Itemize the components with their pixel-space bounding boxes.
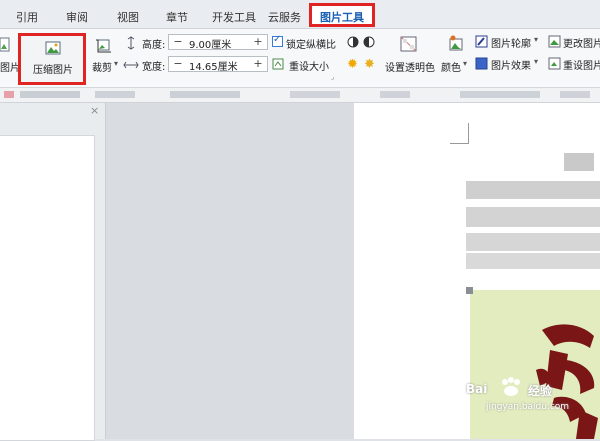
reset-picture-icon <box>548 57 561 70</box>
size-dialog-launcher-icon[interactable]: ⌟ <box>331 73 334 81</box>
change-picture-button[interactable]: 更改图片 <box>563 35 600 50</box>
picture-outline-icon <box>475 35 488 48</box>
blurred-toolbar-strip <box>0 88 600 103</box>
tab-review[interactable]: 审阅 <box>66 9 88 25</box>
picture-outline-button[interactable]: 图片轮廓 <box>491 35 531 50</box>
partial-picture-button-label[interactable]: 图片 <box>0 59 20 74</box>
brightness-increase-icon[interactable]: ✹ <box>347 57 358 72</box>
lock-aspect-ratio-label: 锁定纵横比 <box>286 40 336 51</box>
page-margin-marker <box>450 123 469 144</box>
compress-picture-icon <box>45 41 61 55</box>
compress-picture-label: 压缩图片 <box>33 65 73 76</box>
workspace-background <box>106 103 354 439</box>
height-label: 高度: <box>142 40 166 51</box>
width-value: 14.65厘米 <box>189 62 238 73</box>
width-label: 宽度: <box>142 62 166 73</box>
height-value: 9.00厘米 <box>189 40 232 51</box>
tab-cloud-service[interactable]: 云服务 <box>268 9 301 25</box>
compress-picture-button[interactable]: 压缩图片 <box>18 33 86 85</box>
width-input[interactable]: − 14.65厘米 + <box>168 56 268 73</box>
picture-effects-icon <box>475 57 488 70</box>
tab-chapter[interactable]: 章节 <box>166 9 188 25</box>
contrast-icon <box>347 36 359 48</box>
page-thumbnail[interactable] <box>0 135 95 441</box>
picture-icon <box>0 37 10 52</box>
outline-dropdown-icon[interactable]: ▾ <box>534 35 538 44</box>
height-decrease-button[interactable]: − <box>171 35 185 49</box>
recolor-icon <box>449 35 463 51</box>
change-picture-icon <box>548 35 561 48</box>
width-decrease-button[interactable]: − <box>171 57 185 71</box>
close-pane-icon[interactable]: × <box>90 104 99 117</box>
set-transparent-color-button[interactable]: 设置透明色 <box>385 59 435 74</box>
height-increase-button[interactable]: + <box>251 35 265 49</box>
calligraphy-image <box>536 324 598 439</box>
ribbon-tab-bar: 引用 审阅 视图 章节 开发工具 云服务 图片工具 <box>0 0 600 29</box>
tab-picture-tools[interactable]: 图片工具 <box>309 3 375 27</box>
width-icon <box>123 61 139 69</box>
selected-picture[interactable] <box>470 290 600 439</box>
resize-handle-top-left[interactable] <box>466 287 473 294</box>
watermark-brand-suffix: 经验 <box>528 384 553 398</box>
height-input[interactable]: − 9.00厘米 + <box>168 34 268 51</box>
picture-tools-ribbon: 图片 压缩图片 裁剪 ▾ 高度: − 9.00厘米 + 宽度: − 14.65厘… <box>0 29 600 88</box>
height-icon <box>127 36 135 50</box>
brightness-decrease-icon[interactable]: ✸ <box>364 57 375 72</box>
crop-dropdown-icon[interactable]: ▾ <box>114 59 118 68</box>
picture-effects-button[interactable]: 图片效果 <box>491 57 531 72</box>
baidu-paw-logo-icon <box>502 377 520 396</box>
tab-developer[interactable]: 开发工具 <box>212 9 256 25</box>
effects-dropdown-icon[interactable]: ▾ <box>534 57 538 66</box>
color-button[interactable]: 颜色 <box>441 59 461 74</box>
set-transparent-color-icon <box>400 36 417 52</box>
contrast-decrease-icon <box>363 36 375 48</box>
tab-view[interactable]: 视图 <box>117 9 139 25</box>
reset-picture-button[interactable]: 重设图片 <box>563 57 600 72</box>
crop-icon <box>96 39 111 53</box>
tab-references[interactable]: 引用 <box>16 9 38 25</box>
color-dropdown-icon[interactable]: ▾ <box>463 59 467 68</box>
reset-size-button[interactable]: 重设大小 <box>289 58 329 73</box>
watermark-url: jingyan.baidu.com <box>486 402 570 412</box>
lock-aspect-ratio-checkbox[interactable] <box>272 34 283 47</box>
watermark-brand: Bai <box>466 382 488 396</box>
crop-button[interactable]: 裁剪 <box>92 59 112 74</box>
width-increase-button[interactable]: + <box>251 57 265 71</box>
reset-size-icon <box>272 58 284 70</box>
navigation-pane: × <box>0 103 106 441</box>
